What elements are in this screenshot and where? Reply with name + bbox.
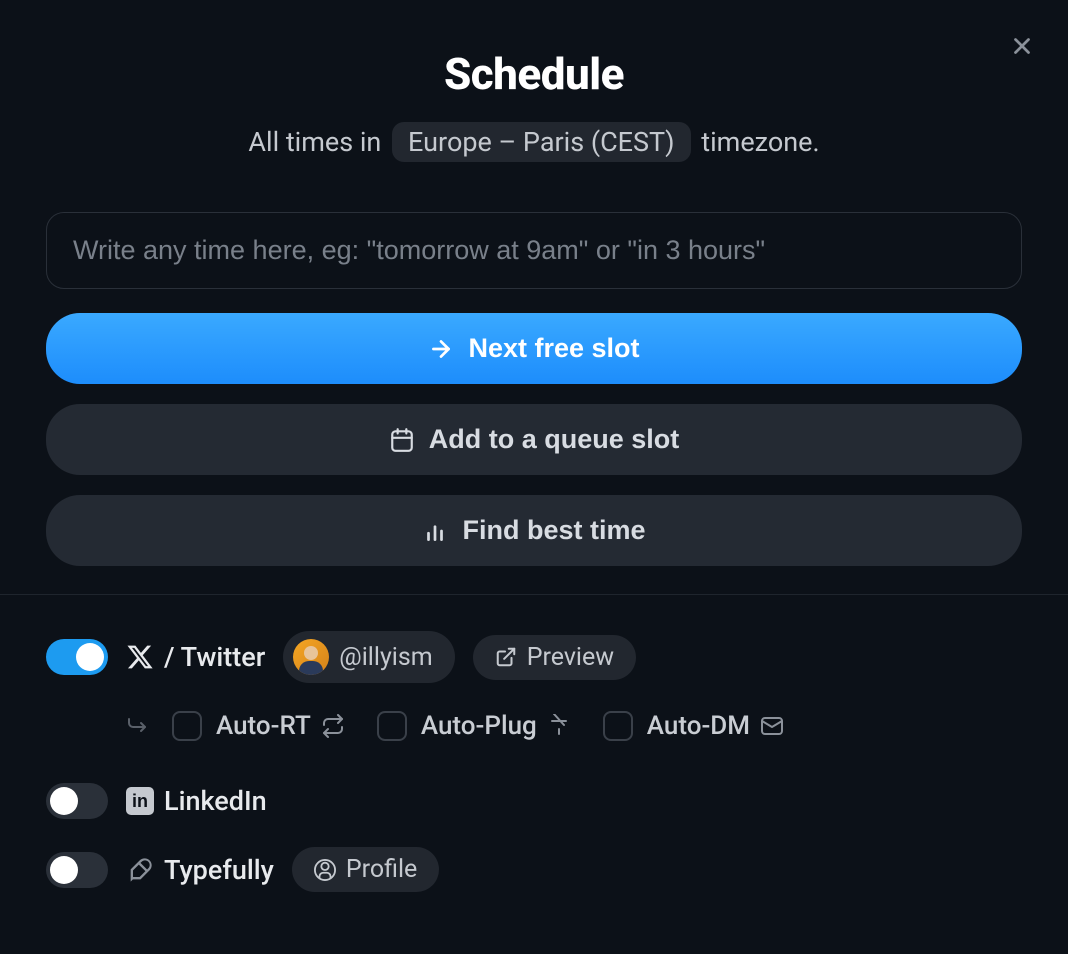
auto-rt-label: Auto-RT — [216, 711, 311, 741]
modal-title: Schedule — [46, 48, 1022, 100]
add-queue-slot-button[interactable]: Add to a queue slot — [46, 404, 1022, 475]
next-slot-label: Next free slot — [468, 333, 639, 364]
toggle-knob — [50, 856, 78, 884]
retweet-icon — [321, 714, 345, 738]
close-icon — [1009, 33, 1035, 59]
auto-plug-option[interactable]: Auto-Plug — [377, 711, 571, 741]
subtitle-suffix: timezone. — [701, 126, 819, 158]
platform-typefully-row: Typefully Profile — [46, 847, 1022, 892]
checkbox — [603, 711, 633, 741]
profile-icon — [314, 859, 336, 881]
close-button[interactable] — [1004, 28, 1040, 64]
platform-linkedin-row: in LinkedIn — [46, 783, 1022, 819]
timezone-chip[interactable]: Europe – Paris (CEST) — [392, 122, 691, 162]
calendar-icon — [389, 427, 415, 453]
typefully-label: Typefully — [126, 854, 274, 886]
sub-arrow-icon — [126, 712, 150, 740]
time-input[interactable] — [46, 212, 1022, 289]
toggle-knob — [50, 787, 78, 815]
schedule-modal: Schedule All times in Europe – Paris (CE… — [0, 0, 1068, 954]
twitter-toggle[interactable] — [46, 639, 108, 675]
linkedin-text: LinkedIn — [164, 785, 267, 817]
typefully-toggle[interactable] — [46, 852, 108, 888]
linkedin-label: in LinkedIn — [126, 785, 267, 817]
linkedin-icon: in — [126, 787, 154, 815]
twitter-text: / Twitter — [164, 641, 265, 673]
twitter-handle-pill[interactable]: @illyism — [283, 631, 454, 683]
platform-twitter-row: / Twitter @illyism Preview — [46, 631, 1022, 683]
checkbox — [172, 711, 202, 741]
queue-slot-label: Add to a queue slot — [429, 424, 680, 455]
checkbox — [377, 711, 407, 741]
best-time-label: Find best time — [462, 515, 645, 546]
auto-dm-option[interactable]: Auto-DM — [603, 711, 784, 741]
twitter-label: / Twitter — [126, 641, 265, 673]
typefully-text: Typefully — [164, 854, 274, 886]
plug-icon — [547, 714, 571, 738]
linkedin-toggle[interactable] — [46, 783, 108, 819]
profile-label: Profile — [346, 855, 417, 884]
divider — [0, 594, 1068, 595]
bar-chart-icon — [422, 518, 448, 544]
toggle-knob — [76, 643, 104, 671]
subtitle-prefix: All times in — [248, 126, 381, 158]
arrow-right-icon — [428, 336, 454, 362]
timezone-subtitle: All times in Europe – Paris (CEST) timez… — [46, 122, 1022, 162]
twitter-handle: @illyism — [339, 643, 432, 672]
auto-plug-label: Auto-Plug — [421, 711, 537, 741]
find-best-time-button[interactable]: Find best time — [46, 495, 1022, 566]
mail-icon — [760, 714, 784, 738]
avatar — [293, 639, 329, 675]
preview-label: Preview — [527, 643, 614, 672]
twitter-options-row: Auto-RT Auto-Plug Auto-DM — [126, 711, 1022, 741]
auto-dm-label: Auto-DM — [647, 711, 750, 741]
preview-pill[interactable]: Preview — [473, 635, 636, 680]
profile-pill[interactable]: Profile — [292, 847, 439, 892]
x-twitter-icon — [126, 643, 154, 671]
feather-icon — [126, 856, 154, 884]
next-free-slot-button[interactable]: Next free slot — [46, 313, 1022, 384]
auto-rt-option[interactable]: Auto-RT — [172, 711, 345, 741]
external-link-icon — [495, 646, 517, 668]
